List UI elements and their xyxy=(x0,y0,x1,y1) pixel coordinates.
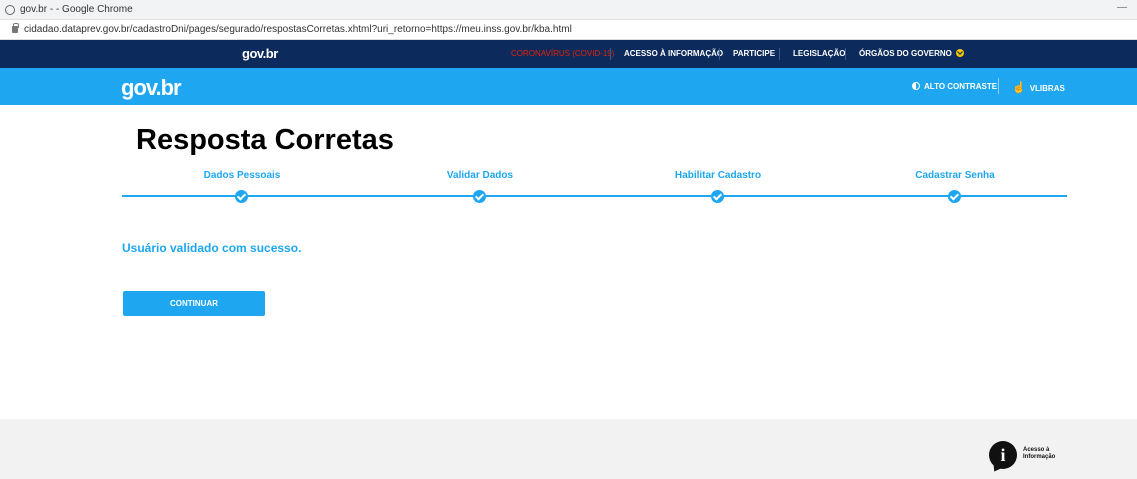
browser-address-bar[interactable]: cidadao.dataprev.gov.br/cadastroDni/page… xyxy=(0,20,1137,40)
vlibras-button[interactable]: ☝ VLIBRAS xyxy=(1012,81,1065,94)
govbr-logo[interactable]: gov.br xyxy=(121,75,182,101)
minimize-icon[interactable]: — xyxy=(1117,2,1127,13)
govbr-small-logo[interactable]: gov.br xyxy=(242,46,278,61)
browser-window-title: gov.br - - Google Chrome xyxy=(20,4,133,15)
header-divider xyxy=(998,78,999,94)
nav-divider xyxy=(779,48,780,60)
chevron-down-icon xyxy=(955,48,964,57)
sign-language-icon: ☝ xyxy=(1012,82,1026,94)
step-habilitar-cadastro: Habilitar Cadastro xyxy=(618,170,818,203)
step-dados-pessoais: Dados Pessoais xyxy=(142,170,342,203)
check-icon xyxy=(235,190,248,203)
nav-divider xyxy=(610,48,611,60)
success-message: Usuário validado com sucesso. xyxy=(122,241,302,255)
nav-link-coronavirus[interactable]: CORONAVÍRUS (COVID-19) xyxy=(511,49,614,58)
info-icon: i xyxy=(989,441,1017,469)
address-url[interactable]: cidadao.dataprev.gov.br/cadastroDni/page… xyxy=(24,24,572,35)
lock-icon xyxy=(12,23,19,33)
step-label: Dados Pessoais xyxy=(203,170,281,181)
check-icon xyxy=(948,190,961,203)
site-header: gov.br ALTO CONTRASTE ☝ VLIBRAS xyxy=(0,68,1137,105)
continue-button[interactable]: CONTINUAR xyxy=(123,291,265,316)
nav-link-participe[interactable]: PARTICIPE xyxy=(733,49,775,58)
browser-title-bar: gov.br - - Google Chrome — xyxy=(0,0,1137,20)
high-contrast-label: ALTO CONTRASTE xyxy=(924,82,998,91)
nav-link-orgaos-governo[interactable]: ÓRGÃOS DO GOVERNO xyxy=(859,48,964,58)
stepper-line xyxy=(122,195,1067,197)
globe-icon xyxy=(5,5,15,15)
progress-stepper: Dados Pessoais Validar Dados Habilitar C… xyxy=(122,170,1067,210)
step-label: Validar Dados xyxy=(446,170,514,181)
step-cadastrar-senha: Cadastrar Senha xyxy=(855,170,1055,203)
government-top-nav: gov.br CORONAVÍRUS (COVID-19) ACESSO À I… xyxy=(0,40,1137,68)
contrast-icon xyxy=(912,81,920,90)
nav-divider xyxy=(845,48,846,60)
step-validar-dados: Validar Dados xyxy=(380,170,580,203)
nav-link-legislacao[interactable]: LEGISLAÇÃO xyxy=(793,49,845,58)
nav-divider xyxy=(719,48,720,60)
access-information-label: Acesso à Informação xyxy=(1023,447,1056,460)
high-contrast-button[interactable]: ALTO CONTRASTE xyxy=(912,81,998,91)
page-title: Resposta Corretas xyxy=(136,124,394,156)
check-icon xyxy=(473,190,486,203)
page-footer: i Acesso à Informação xyxy=(0,419,1137,479)
nav-link-acesso-informacao[interactable]: ACESSO À INFORMAÇÃO xyxy=(624,49,723,58)
check-icon xyxy=(711,190,724,203)
step-label: Cadastrar Senha xyxy=(915,170,995,181)
vlibras-label: VLIBRAS xyxy=(1029,84,1065,93)
step-label: Habilitar Cadastro xyxy=(674,170,762,181)
nav-label-orgaos: ÓRGÃOS DO GOVERNO xyxy=(859,49,952,58)
